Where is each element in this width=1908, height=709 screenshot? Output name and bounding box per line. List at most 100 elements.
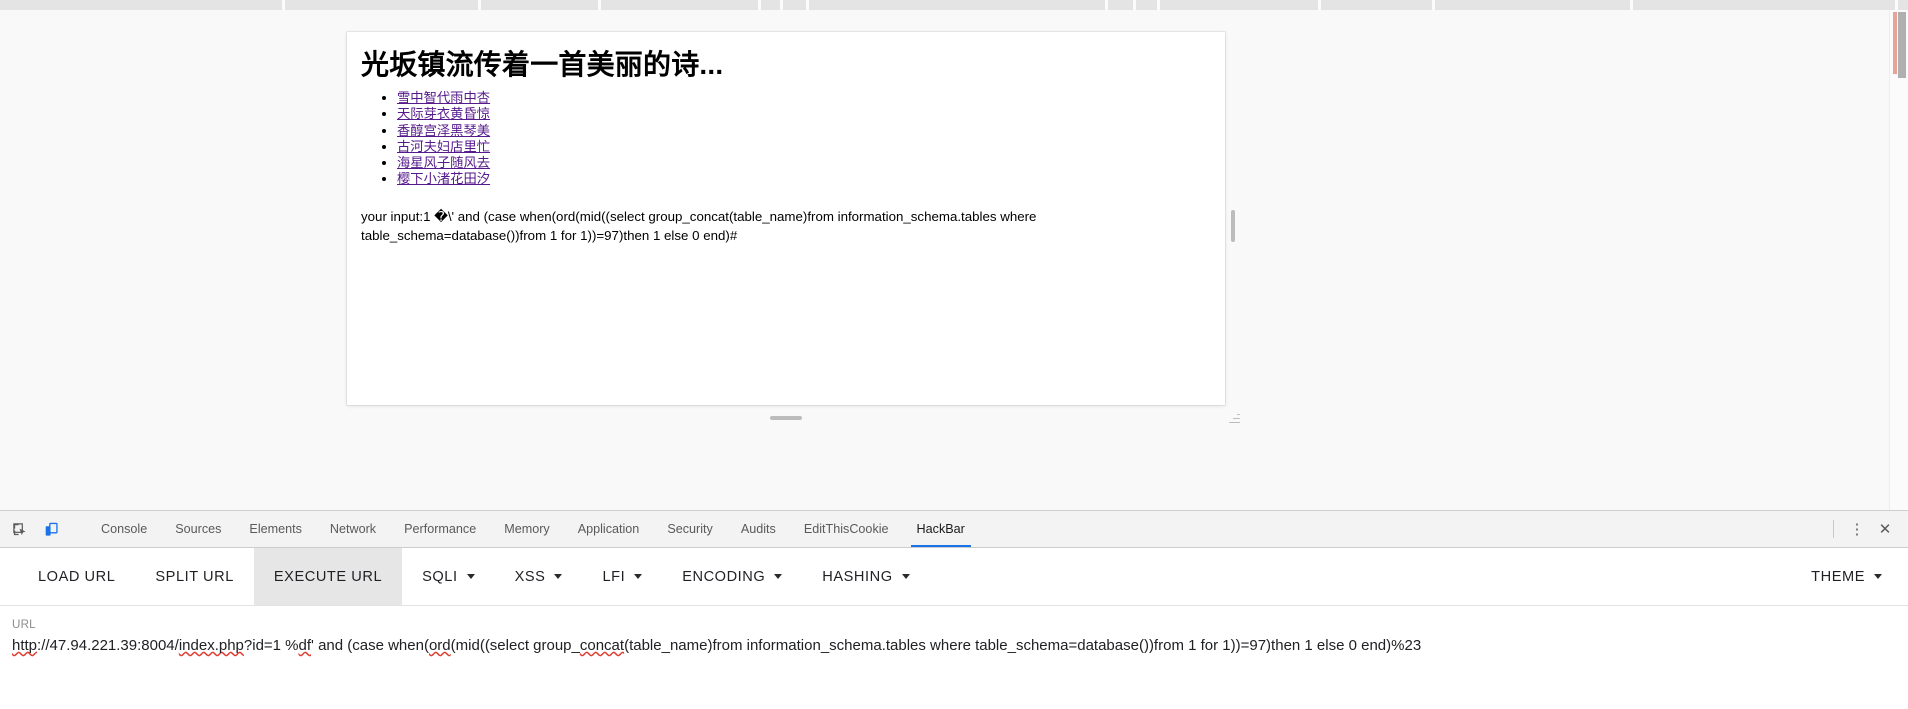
tab-label: EditThisCookie: [803, 522, 889, 536]
devtools-tab-audits[interactable]: Audits: [727, 511, 790, 547]
chevron-down-icon: [774, 574, 783, 579]
hackbar-split-url-button[interactable]: SPLIT URL: [135, 548, 254, 605]
poem-link[interactable]: 樱下小渚花田汐: [397, 171, 490, 186]
tab-label: Application: [577, 522, 640, 536]
bookmark-separator: [1105, 0, 1108, 10]
scrollbar-thumb[interactable]: [1898, 12, 1906, 78]
button-label: ENCODING: [682, 568, 766, 585]
button-label: SQLI: [422, 568, 458, 585]
tab-label: Network: [329, 522, 377, 536]
more-options-button[interactable]: ⋮: [1844, 516, 1870, 542]
bookmarks-strip[interactable]: [0, 0, 1908, 10]
browser-window: 光坂镇流传着一首美丽的诗... 雪中智代雨中杏 天际芽衣黄昏惊 香醇宫泽黑琴美 …: [0, 0, 1908, 709]
hackbar-xss-button[interactable]: XSS: [495, 548, 583, 605]
devtools-tab-security[interactable]: Security: [653, 511, 727, 547]
inspect-element-button[interactable]: [6, 516, 32, 542]
button-label: HASHING: [822, 568, 893, 585]
devtools-tool-icons: [0, 511, 87, 547]
button-label: LOAD URL: [38, 568, 116, 585]
poem-link[interactable]: 香醇宫泽黑琴美: [397, 123, 490, 138]
list-item: 香醇宫泽黑琴美: [397, 123, 1203, 139]
tab-label: Elements: [249, 522, 302, 536]
bookmark-separator: [478, 0, 481, 10]
devtools-tabs: Console Sources Elements Network Performance…: [87, 511, 1825, 547]
hackbar-url-section: URL http://47.94.221.39:8004/index.php?i…: [0, 606, 1908, 657]
bookmark-separator: [598, 0, 601, 10]
url-input[interactable]: http://47.94.221.39:8004/index.php?id=1 …: [12, 635, 1512, 657]
poem-link[interactable]: 古河夫妇店里忙: [397, 139, 490, 154]
device-toolbar-icon: [45, 522, 58, 536]
device-resize-handle-corner[interactable]: [1228, 412, 1240, 424]
devtools-tab-network[interactable]: Network: [316, 511, 390, 547]
bookmark-separator: [1432, 0, 1435, 10]
scrollbar-find-marker: [1893, 12, 1897, 74]
chevron-down-icon: [1874, 574, 1882, 579]
tab-label: Audits: [740, 522, 776, 536]
hackbar-sqli-button[interactable]: SQLI: [402, 548, 494, 605]
bookmark-separator: [758, 0, 761, 10]
devtools-tab-application[interactable]: Application: [564, 511, 654, 547]
poem-link[interactable]: 天际芽衣黄昏惊: [397, 106, 490, 121]
tab-label: Console: [101, 522, 148, 536]
page-viewport: 光坂镇流传着一首美丽的诗... 雪中智代雨中杏 天际芽衣黄昏惊 香醇宫泽黑琴美 …: [0, 10, 1890, 510]
page-content: 光坂镇流传着一首美丽的诗... 雪中智代雨中杏 天际芽衣黄昏惊 香醇宫泽黑琴美 …: [347, 32, 1225, 245]
devtools-tab-memory[interactable]: Memory: [490, 511, 563, 547]
hackbar-load-url-button[interactable]: LOAD URL: [18, 548, 135, 605]
spellcheck-word: concat: [579, 637, 625, 654]
tab-label: HackBar: [916, 522, 965, 536]
list-item: 雪中智代雨中杏: [397, 90, 1203, 106]
device-resize-handle-right[interactable]: [1231, 210, 1235, 242]
device-toolbar-button[interactable]: [38, 516, 64, 542]
bookmark-separator: [780, 0, 783, 10]
devtools-tab-performance[interactable]: Performance: [390, 511, 490, 547]
poem-link-list: 雪中智代雨中杏 天际芽衣黄昏惊 香醇宫泽黑琴美 古河夫妇店里忙 海星风子随风去 …: [361, 90, 1203, 187]
sql-injection-echo-text: your input:1 �\' and (case when(ord(mid(…: [361, 209, 1037, 244]
bookmark-separator: [806, 0, 809, 10]
devtools-tab-sources[interactable]: Sources: [161, 511, 235, 547]
emulated-device-frame: 光坂镇流传着一首美丽的诗... 雪中智代雨中杏 天际芽衣黄昏惊 香醇宫泽黑琴美 …: [347, 32, 1225, 405]
hackbar-hashing-button[interactable]: HASHING: [802, 548, 929, 605]
hackbar-execute-url-button[interactable]: EXECUTE URL: [253, 548, 403, 605]
devtools-tab-hackbar[interactable]: HackBar: [903, 511, 979, 547]
devtools-tab-elements[interactable]: Elements: [235, 511, 316, 547]
url-field-label: URL: [12, 618, 36, 631]
button-label: XSS: [514, 568, 546, 585]
chevron-down-icon: [466, 574, 475, 579]
list-item: 海星风子随风去: [397, 155, 1203, 171]
devtools-tab-editthiscookie[interactable]: EditThisCookie: [790, 511, 903, 547]
button-label: SPLIT URL: [155, 568, 234, 585]
devtools-tabbar: Console Sources Elements Network Performance…: [0, 511, 1908, 548]
hackbar-theme-button[interactable]: THEME: [1791, 548, 1908, 605]
spellcheck-word: http: [12, 637, 38, 654]
tab-label: Security: [667, 522, 713, 536]
poem-link[interactable]: 雪中智代雨中杏: [397, 90, 490, 105]
list-item: 古河夫妇店里忙: [397, 139, 1203, 155]
bookmark-separator: [1630, 0, 1633, 10]
spellcheck-word: index.php: [178, 637, 244, 654]
hackbar-toolbar: LOAD URL SPLIT URL EXECUTE URL SQLI XSS LFI EN…: [0, 548, 1908, 606]
chevron-down-icon: [901, 574, 910, 579]
devtools-panel: Console Sources Elements Network Performance…: [0, 510, 1908, 709]
spellcheck-word: df: [298, 637, 312, 654]
bookmark-separator: [1895, 0, 1898, 10]
list-item: 天际芽衣黄昏惊: [397, 106, 1203, 122]
inspect-element-icon: [12, 522, 26, 535]
hackbar-encoding-button[interactable]: ENCODING: [662, 548, 802, 605]
right-controls-divider: [1833, 520, 1834, 538]
spellcheck-word: ord: [428, 637, 451, 654]
tab-label: Performance: [404, 522, 477, 536]
page-scrollbar[interactable]: [1889, 10, 1908, 510]
page-title: 光坂镇流传着一首美丽的诗...: [361, 49, 724, 80]
poem-link[interactable]: 海星风子随风去: [397, 155, 490, 170]
chevron-down-icon: [634, 574, 643, 579]
chevron-down-icon: [554, 574, 563, 579]
close-devtools-button[interactable]: ✕: [1872, 516, 1898, 542]
hackbar-lfi-button[interactable]: LFI: [582, 548, 662, 605]
device-resize-handle-bottom[interactable]: [770, 416, 802, 420]
devtools-tab-console[interactable]: Console: [87, 511, 161, 547]
tab-label: Sources: [175, 522, 222, 536]
bookmark-separator: [282, 0, 285, 10]
button-label: THEME: [1811, 568, 1865, 585]
bookmark-separator: [1157, 0, 1160, 10]
